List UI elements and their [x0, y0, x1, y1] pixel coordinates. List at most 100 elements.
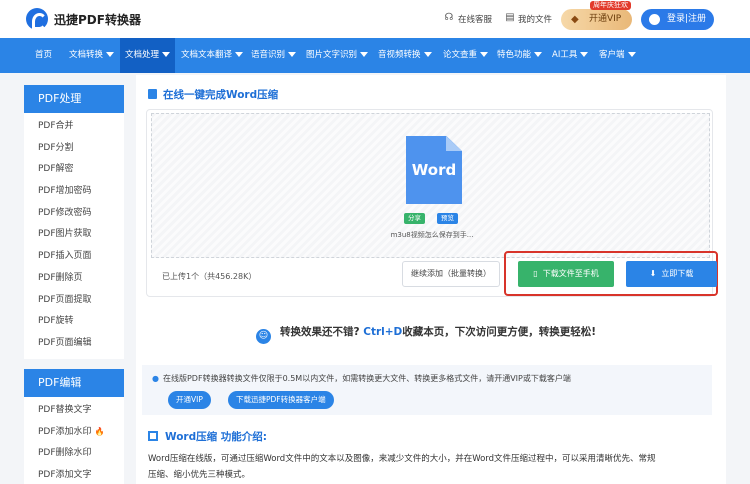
- nav-label: AI工具: [552, 50, 578, 60]
- notice-message: 在线版PDF转换器转换文件仅限于0.5M以内文件，如需转换更大文件、转换更多格式…: [162, 374, 571, 383]
- diamond-icon: ◆: [571, 14, 579, 25]
- download-client-button[interactable]: 下载迅捷PDF转换器客户端: [228, 391, 334, 409]
- app-logo-icon[interactable]: [26, 8, 48, 30]
- headset-icon[interactable]: ☊: [444, 12, 454, 23]
- nav-translate[interactable]: 文档文本翻译: [176, 38, 248, 73]
- nav-home[interactable]: 首页: [28, 38, 59, 73]
- nav-label: 音视频转换: [378, 50, 421, 60]
- notice-text: ● 在线版PDF转换器转换文件仅限于0.5M以内文件，如需转换更大文件、转换更多格…: [152, 373, 571, 384]
- preview-tag[interactable]: 预览: [437, 213, 458, 224]
- nav-doc-process[interactable]: 文档处理: [120, 38, 176, 73]
- sidebar-item[interactable]: PDF删除页: [24, 268, 124, 290]
- chevron-down-icon: [423, 52, 432, 57]
- continue-add-button[interactable]: 继续添加（批量转换）: [402, 261, 500, 287]
- promo-badge: 周年庆狂欢: [590, 1, 631, 10]
- chevron-down-icon: [480, 52, 489, 57]
- tip-shortcut: Ctrl+D: [363, 326, 403, 338]
- upload-count: 已上传1个（共456.28K）: [162, 272, 257, 281]
- feature-intro-body: Word压缩在线版，可通过压缩Word文件中的文本以及图像，来减少文件的大小，并…: [148, 451, 718, 483]
- chevron-down-icon: [534, 52, 543, 57]
- sidebar-item[interactable]: PDF解密: [24, 159, 124, 181]
- bullet-icon: ●: [152, 374, 159, 383]
- file-name: m3u8视频怎么保存到手...: [390, 231, 474, 239]
- smile-icon: ☺: [256, 329, 271, 344]
- feature-intro-title-text: Word压缩 功能介绍:: [165, 431, 267, 443]
- nav-label: 文档文本翻译: [181, 50, 233, 60]
- brand-name[interactable]: 迅捷PDF转换器: [54, 11, 141, 28]
- customer-service-link[interactable]: 在线客服: [458, 13, 492, 25]
- login-register-button[interactable]: 登录|注册: [641, 9, 714, 30]
- fire-icon: 🔥: [94, 427, 105, 437]
- download-to-phone-button[interactable]: ▯ 下载文件至手机: [518, 261, 614, 287]
- nav-features[interactable]: 特色功能: [492, 38, 547, 73]
- intro-line: 压缩、缩小优先三种模式。: [148, 470, 251, 480]
- file-type-label: Word: [411, 161, 457, 179]
- sidebar-group-title: PDF编辑: [24, 368, 124, 397]
- nav-label: 特色功能: [497, 50, 532, 60]
- my-files-link[interactable]: 我的文件: [518, 13, 552, 25]
- sidebar-item[interactable]: PDF删除水印: [24, 443, 124, 465]
- sidebar-item[interactable]: PDF修改密码: [24, 203, 124, 225]
- sidebar-item[interactable]: PDF页面提取: [24, 290, 124, 312]
- login-register-label: 登录|注册: [667, 14, 707, 24]
- nav-label: 文档处理: [125, 50, 160, 60]
- nav-ocr[interactable]: 图片文字识别: [301, 38, 373, 73]
- nav-label: 文档转换: [69, 50, 104, 60]
- sidebar: PDF处理 PDF合并 PDF分割 PDF解密 PDF增加密码 PDF修改密码 …: [24, 85, 124, 484]
- file-icon[interactable]: ▤: [505, 12, 515, 23]
- upload-panel: Word 分享 预览 m3u8视频怎么保存到手... 已上传1个（共456.28…: [146, 109, 718, 297]
- nav-av-convert[interactable]: 音视频转换: [373, 38, 437, 73]
- sidebar-list: PDF合并 PDF分割 PDF解密 PDF增加密码 PDF修改密码 PDF图片获…: [24, 113, 124, 359]
- page-title-text: 在线一键完成Word压缩: [163, 89, 279, 101]
- feature-intro-title: Word压缩 功能介绍:: [148, 429, 267, 444]
- nav-label: 语音识别: [251, 50, 286, 60]
- document-icon: [148, 89, 157, 99]
- nav-speech[interactable]: 语音识别: [246, 38, 301, 73]
- chevron-down-icon: [627, 52, 636, 57]
- tip-suffix: 收藏本页，下次访问更方便，转换更轻松!: [402, 326, 597, 338]
- chevron-down-icon: [235, 52, 244, 57]
- sidebar-item[interactable]: PDF页面编辑: [24, 333, 124, 355]
- chevron-down-icon: [360, 52, 369, 57]
- sidebar-item[interactable]: PDF添加文字: [24, 465, 124, 484]
- nav-ai-tools[interactable]: AI工具: [547, 38, 593, 73]
- download-now-label: 立即下载: [661, 269, 694, 278]
- nav-label: 图片文字识别: [306, 50, 358, 60]
- sidebar-item[interactable]: PDF图片获取: [24, 224, 124, 246]
- file-drop-area[interactable]: Word 分享 预览 m3u8视频怎么保存到手...: [151, 113, 710, 258]
- bookmark-tip: ☺ 转换效果还不错? Ctrl+D收藏本页，下次访问更方便，转换更轻松!: [256, 324, 596, 344]
- main-nav: 首页 文档转换 文档处理 文档文本翻译 语音识别 图片文字识别 音视频转换 论文…: [0, 38, 750, 84]
- nav-plagiarism[interactable]: 论文查重: [438, 38, 493, 73]
- chevron-down-icon: [106, 52, 115, 57]
- sidebar-list: PDF替换文字 PDF添加水印 🔥 PDF删除水印 PDF添加文字: [24, 396, 124, 484]
- intro-line: Word压缩在线版，可通过压缩Word文件中的文本以及图像，来减少文件的大小，并…: [148, 454, 656, 464]
- sidebar-item[interactable]: PDF插入页面: [24, 246, 124, 268]
- open-vip-button[interactable]: ◆ 开通VIP: [561, 9, 632, 30]
- download-to-phone-label: 下载文件至手机: [542, 269, 599, 278]
- nav-label: 论文查重: [443, 50, 478, 60]
- sidebar-item[interactable]: PDF替换文字: [24, 400, 124, 422]
- top-bar: 迅捷PDF转换器 ☊ 在线客服 ▤ 我的文件 ◆ 开通VIP 周年庆狂欢 登录|…: [0, 0, 750, 38]
- download-now-button[interactable]: ⬇ 立即下载: [626, 261, 717, 287]
- nav-label: 首页: [35, 50, 53, 60]
- download-icon: ⬇: [649, 269, 657, 278]
- share-tag[interactable]: 分享: [404, 213, 425, 224]
- limit-notice: ● 在线版PDF转换器转换文件仅限于0.5M以内文件，如需转换更大文件、转换更多格…: [142, 365, 712, 415]
- nav-client[interactable]: 客户端: [594, 38, 641, 73]
- sidebar-item[interactable]: PDF增加密码: [24, 181, 124, 203]
- chevron-down-icon: [162, 52, 171, 57]
- open-vip-label: 开通VIP: [589, 14, 622, 24]
- phone-icon: ▯: [533, 269, 538, 278]
- nav-label: 客户端: [599, 50, 625, 60]
- sidebar-group-title: PDF处理: [24, 85, 124, 113]
- nav-doc-convert[interactable]: 文档转换: [64, 38, 119, 73]
- open-vip-pill-button[interactable]: 开通VIP: [168, 391, 211, 409]
- sidebar-item-label: PDF添加水印: [38, 427, 92, 438]
- sidebar-item-watermark[interactable]: PDF添加水印 🔥: [24, 421, 124, 443]
- book-icon: [148, 431, 158, 441]
- tip-prefix: 转换效果还不错?: [280, 326, 360, 338]
- sidebar-item[interactable]: PDF合并: [24, 116, 124, 138]
- user-icon: [649, 14, 660, 25]
- sidebar-item[interactable]: PDF旋转: [24, 311, 124, 333]
- sidebar-item[interactable]: PDF分割: [24, 138, 124, 160]
